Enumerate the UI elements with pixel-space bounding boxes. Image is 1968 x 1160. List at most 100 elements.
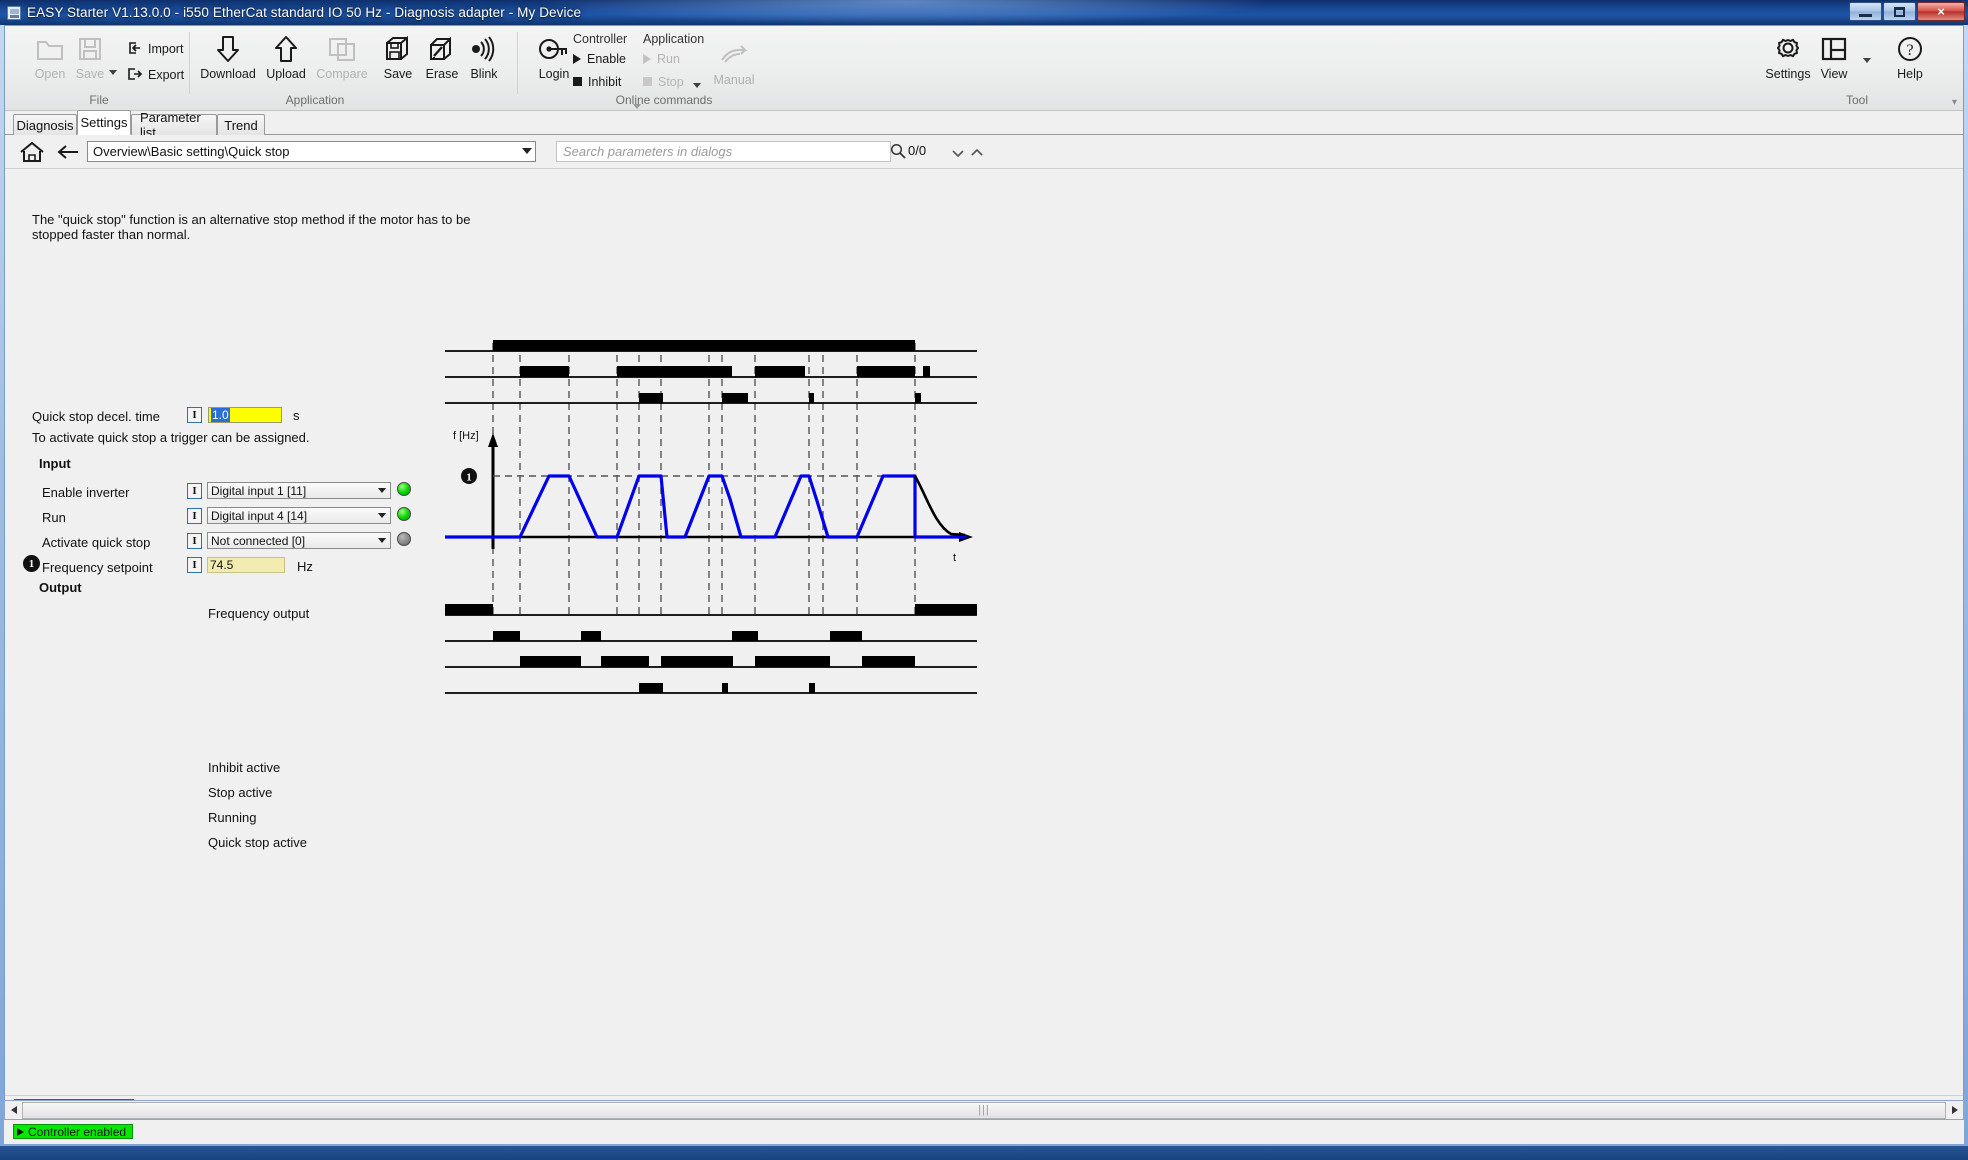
application-header: Application: [643, 32, 705, 46]
upload-button[interactable]: Upload: [255, 32, 317, 90]
save-button[interactable]: Save: [59, 32, 121, 90]
blink-signal-icon: [468, 32, 500, 66]
tab-settings[interactable]: Settings: [77, 110, 131, 135]
key-login-icon: [538, 32, 570, 66]
export-button[interactable]: Export: [127, 64, 184, 86]
frequency-setpoint-label: Frequency setpoint: [42, 560, 153, 575]
online-commands-expand-caret-icon[interactable]: [633, 104, 641, 109]
controller-inhibit-label: Inhibit: [588, 74, 622, 89]
window-bottom-frame: [0, 1146, 1968, 1160]
back-arrow-icon[interactable]: [57, 144, 79, 165]
enable-inverter-led: [397, 482, 411, 496]
frequency-output-label: Frequency output: [208, 606, 310, 621]
quick-stop-decel-time-unit: s: [293, 408, 300, 423]
activate-quick-stop-badge[interactable]: I: [187, 533, 202, 549]
import-button[interactable]: Import: [127, 38, 183, 60]
search-icon[interactable]: [890, 143, 906, 164]
input-section-header: Input: [39, 456, 71, 471]
scroll-right-icon[interactable]: [1946, 1102, 1963, 1119]
running-label: Running: [208, 810, 257, 825]
save-button-label: Save: [75, 67, 105, 81]
floppy-save-icon: [76, 32, 104, 66]
close-button[interactable]: ×: [1917, 2, 1965, 21]
frequency-setpoint-badge[interactable]: I: [187, 557, 202, 573]
manual-button[interactable]: Manual: [703, 38, 765, 96]
controller-inhibit-button[interactable]: Inhibit: [573, 72, 627, 91]
activate-quick-stop-value: Not connected [0]: [211, 533, 306, 548]
breadcrumb-path-combo[interactable]: Overview\Basic setting\Quick stop: [87, 141, 536, 162]
search-input[interactable]: Search parameters in dialogs: [556, 141, 891, 162]
home-icon[interactable]: [19, 140, 45, 169]
tab-diagnosis[interactable]: Diagnosis: [13, 114, 77, 135]
run-value: Digital input 4 [14]: [211, 508, 308, 523]
x-axis-label: t: [953, 552, 956, 564]
enable-inverter-label: Enable inverter: [42, 485, 130, 500]
svg-text:?: ?: [1906, 42, 1913, 59]
tab-diagnosis-label: Diagnosis: [16, 117, 74, 133]
export-arrow-icon: [127, 67, 143, 84]
tab-trend[interactable]: Trend: [217, 114, 265, 135]
trace-stop-active-pulses: [493, 631, 862, 641]
maximize-button[interactable]: [1883, 2, 1916, 21]
search-next-icon[interactable]: [951, 145, 965, 163]
blink-button[interactable]: Blink: [453, 32, 515, 90]
download-button[interactable]: Download: [197, 32, 259, 90]
frequency-setpoint-marker: 1: [23, 555, 40, 572]
page-description: The "quick stop" function is an alternat…: [32, 212, 471, 242]
question-help-icon: ?: [1896, 32, 1924, 66]
controller-enable-button[interactable]: Enable: [573, 49, 627, 68]
quick-stop-decel-time-input[interactable]: 1.0: [208, 407, 282, 423]
frequency-setpoint-input[interactable]: 74.5: [207, 557, 285, 573]
activate-quick-stop-combo[interactable]: Not connected [0]: [207, 532, 391, 549]
scrollbar-thumb[interactable]: |||: [22, 1101, 1946, 1119]
navigation-bar: Overview\Basic setting\Quick stop Search…: [5, 135, 1963, 169]
search-previous-icon[interactable]: [970, 145, 984, 163]
stop-square-icon: [643, 77, 652, 86]
enable-inverter-badge[interactable]: I: [187, 483, 202, 499]
search-placeholder: Search parameters in dialogs: [563, 144, 733, 159]
scrollbar-grip: |||: [978, 1104, 990, 1116]
help-button[interactable]: ? Help: [1879, 32, 1941, 90]
enable-inverter-combo[interactable]: Digital input 1 [11]: [207, 482, 391, 499]
quick-stop-decel-time-badge[interactable]: I: [187, 407, 202, 423]
y-axis-arrow: [488, 433, 498, 447]
trace-running-pulses: [520, 656, 915, 667]
run-led: [397, 507, 411, 521]
scroll-left-icon[interactable]: [5, 1102, 22, 1119]
application-stop-button[interactable]: Stop: [643, 72, 704, 91]
ribbon-group-application: Download Upload Compare Save Erase Blink…: [195, 28, 701, 110]
run-label: Run: [42, 510, 66, 525]
chevron-down-icon[interactable]: [374, 509, 389, 522]
help-button-label: Help: [1897, 67, 1923, 81]
ribbon-expand-icon[interactable]: ▾: [1952, 97, 1957, 108]
trace-enable-inverter-pulse: [493, 340, 915, 351]
status-badge-outer-label: Controller enabled: [28, 1124, 127, 1139]
quick-stop-decel-time-label: Quick stop decel. time: [32, 409, 160, 424]
horizontal-scrollbar[interactable]: |||: [4, 1100, 1964, 1120]
trace-quick-stop-active-pulses: [639, 683, 815, 693]
controller-commands: Controller Enable Inhibit: [573, 32, 627, 91]
minimize-button[interactable]: [1849, 2, 1882, 21]
view-button-label: View: [1820, 67, 1848, 81]
run-combo[interactable]: Digital input 4 [14]: [207, 507, 391, 524]
download-icon: [215, 32, 241, 66]
blink-button-label: Blink: [470, 67, 498, 81]
trace-activate-quick-stop-pulses: [639, 393, 921, 403]
chevron-down-icon[interactable]: [522, 148, 532, 154]
chevron-down-icon[interactable]: [374, 534, 389, 547]
play-triangle-icon: [643, 53, 651, 64]
compare-button[interactable]: Compare: [311, 32, 373, 90]
chevron-down-icon[interactable]: [374, 484, 389, 497]
tab-parameter-list[interactable]: Parameter list: [131, 110, 217, 140]
view-button[interactable]: View: [1803, 32, 1865, 90]
output-section-header: Output: [39, 580, 82, 595]
run-badge[interactable]: I: [187, 508, 202, 524]
scrollbar-track[interactable]: |||: [22, 1101, 1946, 1119]
frequency-setpoint-unit: Hz: [297, 559, 313, 574]
view-dropdown-caret-icon[interactable]: [1863, 58, 1871, 63]
application-run-button[interactable]: Run: [643, 49, 704, 68]
trigger-note: To activate quick stop a trigger can be …: [32, 430, 310, 445]
login-button-label: Login: [538, 67, 570, 81]
search-result-count: 0/0: [908, 143, 927, 158]
save-dropdown-caret-icon[interactable]: [109, 70, 117, 75]
